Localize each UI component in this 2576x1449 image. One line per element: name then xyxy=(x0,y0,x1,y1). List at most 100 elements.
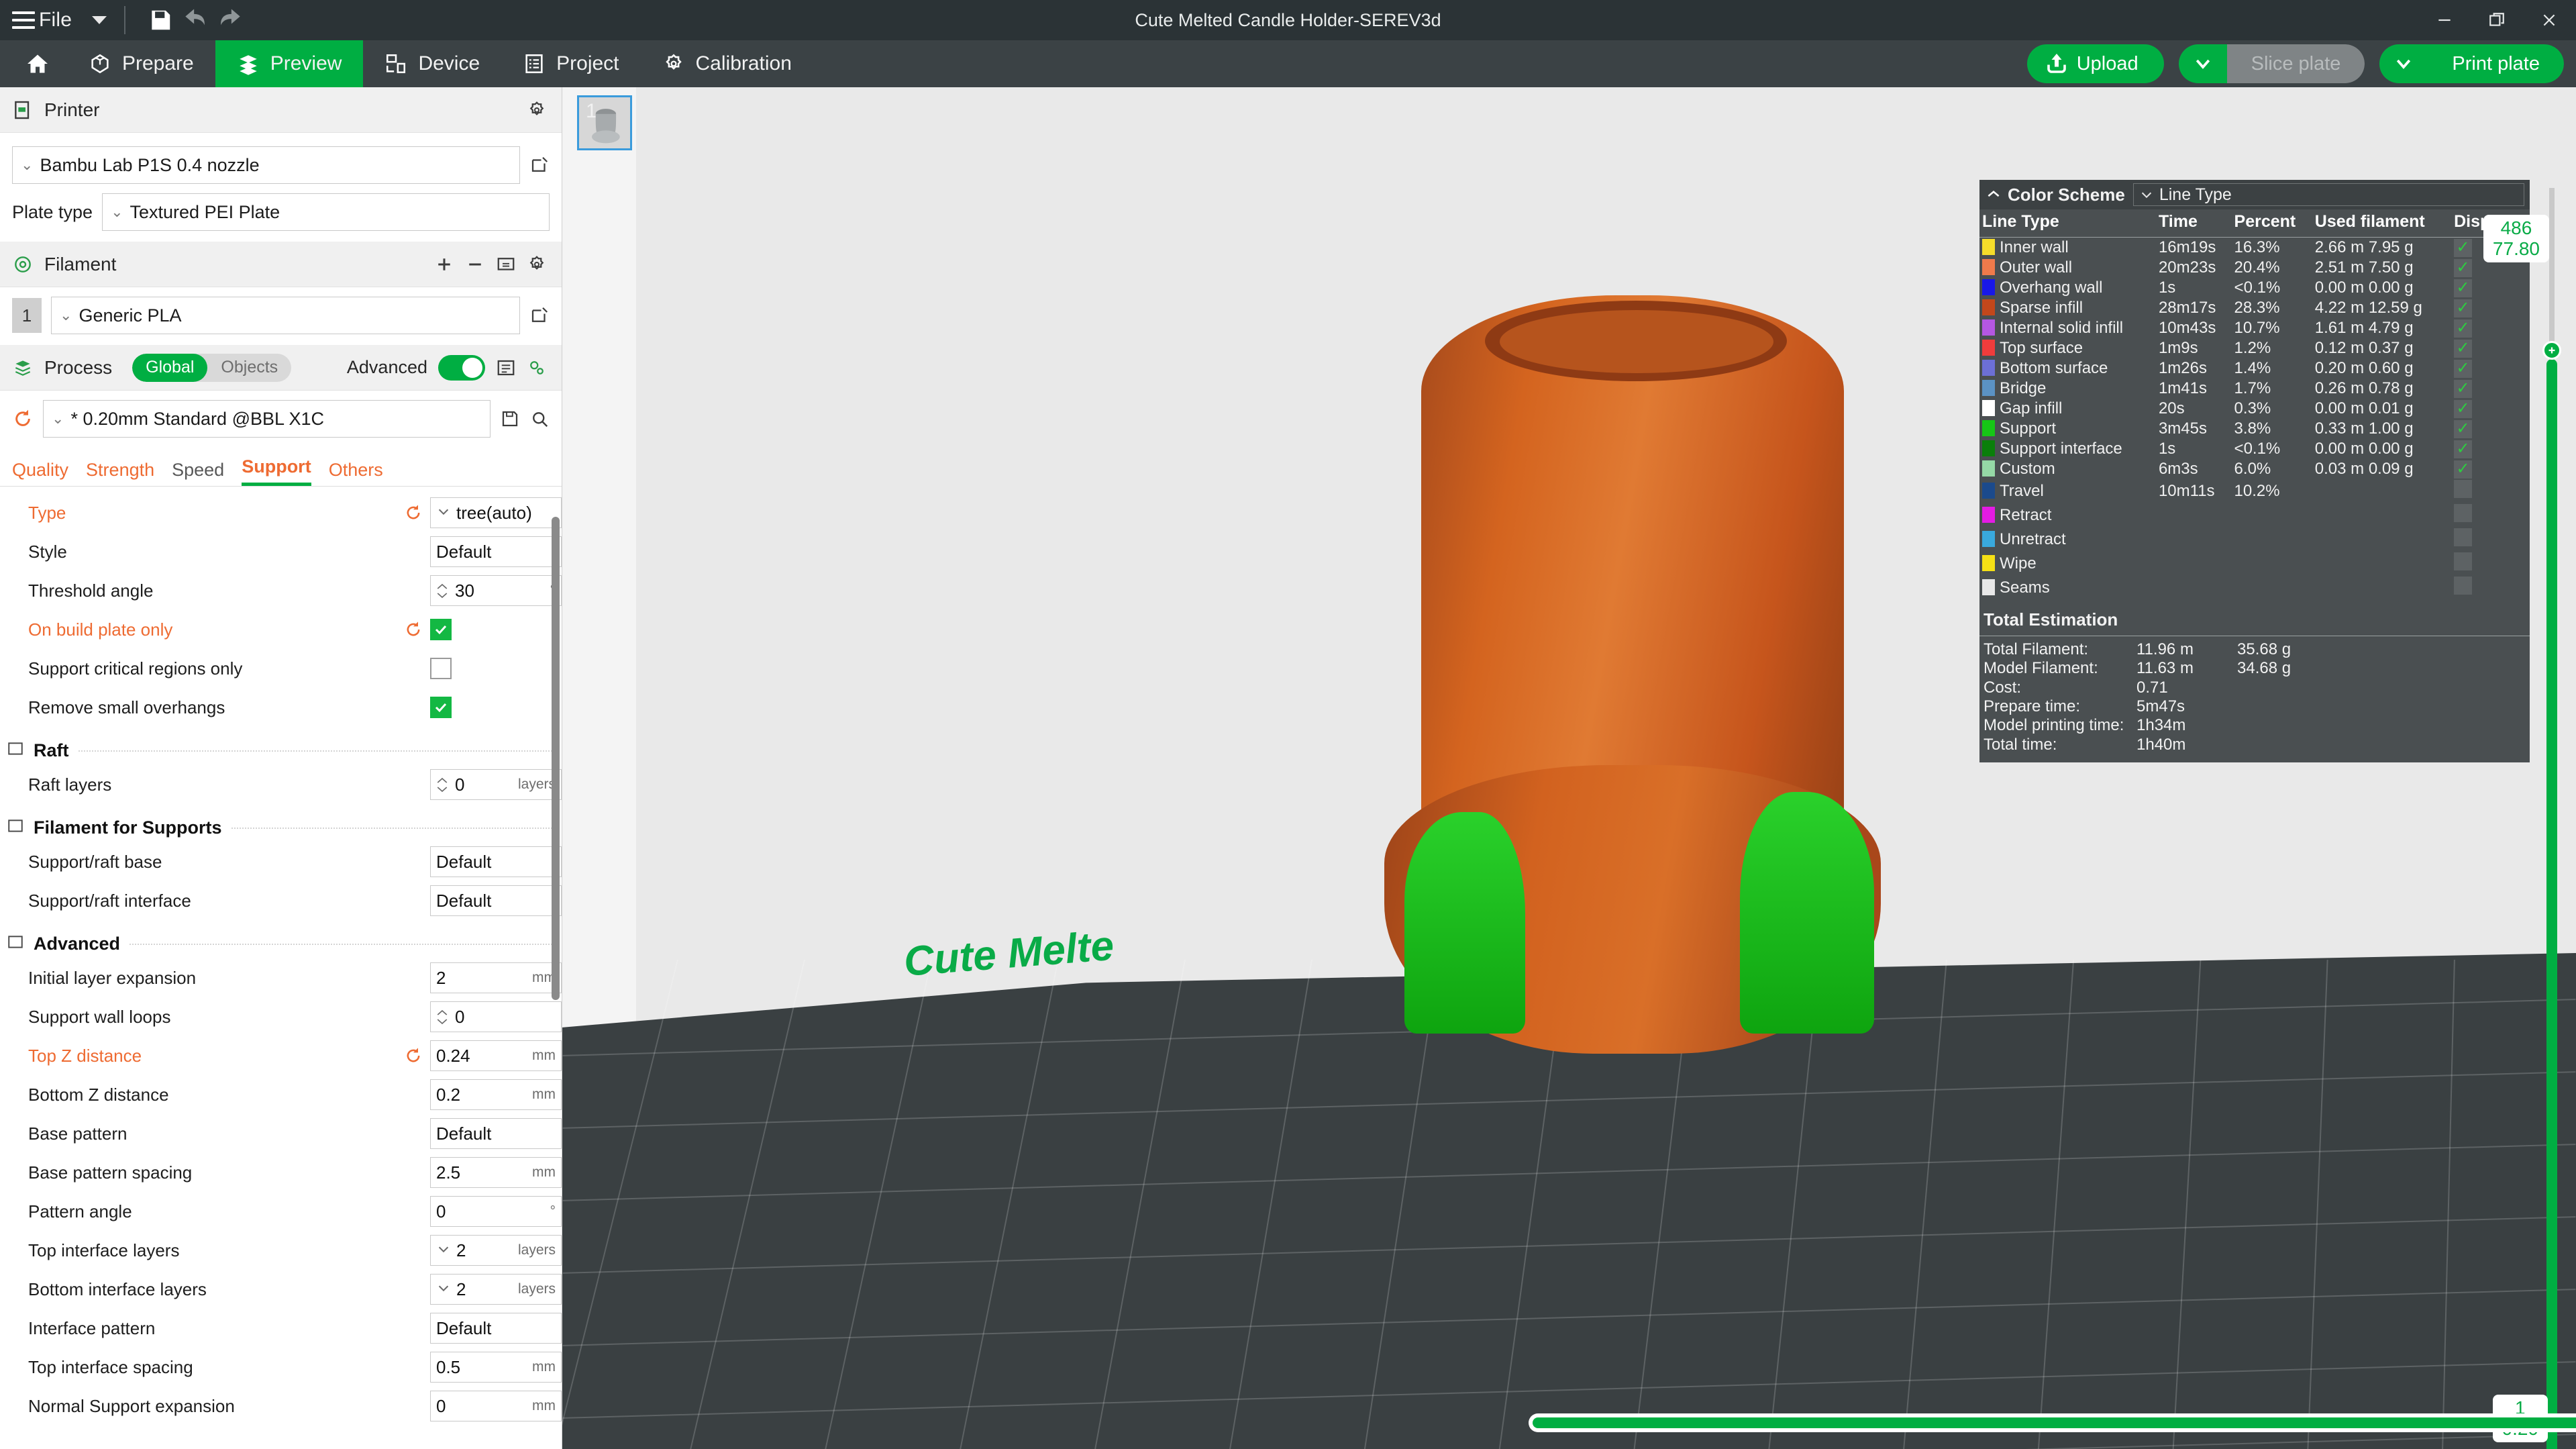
chevron-down-icon[interactable] xyxy=(436,1242,451,1260)
plate-thumbnail-1[interactable]: 1 xyxy=(577,95,632,150)
search-preset-icon[interactable] xyxy=(529,409,550,429)
param-field[interactable]: 30° xyxy=(430,575,562,606)
redo-icon[interactable] xyxy=(213,3,248,38)
layer-slider-top-handle[interactable] xyxy=(2542,341,2561,360)
display-toggle-checkbox[interactable] xyxy=(2454,480,2473,498)
settings-tab-quality[interactable]: Quality xyxy=(12,460,68,486)
remove-filament-icon[interactable] xyxy=(465,254,485,274)
process-preset-combo[interactable]: ⌄ * 0.20mm Standard @BBL X1C xyxy=(43,400,491,438)
reset-preset-icon[interactable] xyxy=(12,408,34,430)
param-field[interactable]: 2 layers xyxy=(430,1235,562,1266)
settings-tab-strength[interactable]: Strength xyxy=(86,460,154,486)
layer-slider-vertical[interactable] xyxy=(2540,188,2564,1449)
color-scheme-mode-combo[interactable]: Line Type xyxy=(2132,183,2524,206)
settings-tab-support[interactable]: Support xyxy=(242,456,311,486)
param-field[interactable]: Default xyxy=(430,885,562,916)
print-plate-dropdown-arrow[interactable] xyxy=(2379,44,2428,83)
display-toggle-checkbox[interactable] xyxy=(2454,577,2473,595)
parameter-list-icon[interactable] xyxy=(496,358,516,378)
param-field[interactable]: 2 layers xyxy=(430,1274,562,1305)
slice-plate-dropdown-arrow[interactable] xyxy=(2178,44,2227,83)
param-field[interactable]: 0 layers xyxy=(430,769,562,800)
display-toggle-checkbox[interactable] xyxy=(2454,339,2473,358)
display-toggle-checkbox[interactable] xyxy=(2454,319,2473,338)
display-toggle-checkbox[interactable] xyxy=(2454,379,2473,398)
param-checkbox[interactable] xyxy=(430,697,452,718)
nav-tab-calibration[interactable]: Calibration xyxy=(641,40,813,87)
param-field[interactable]: 2 mm xyxy=(430,962,562,993)
display-toggle-checkbox[interactable] xyxy=(2454,258,2473,277)
nav-tab-preview[interactable]: Preview xyxy=(215,40,364,87)
spinner-arrows-icon[interactable] xyxy=(436,583,448,599)
home-button[interactable] xyxy=(0,40,67,87)
maximize-button[interactable] xyxy=(2483,7,2510,34)
print-plate-split-button[interactable]: Print plate xyxy=(2379,44,2564,83)
reset-param-icon[interactable] xyxy=(402,620,425,639)
reset-param-icon[interactable] xyxy=(402,503,425,522)
filament-slot-index[interactable]: 1 xyxy=(12,298,42,333)
param-field[interactable]: 0 xyxy=(430,1001,562,1032)
nav-tab-project[interactable]: Project xyxy=(501,40,640,87)
display-toggle-checkbox[interactable] xyxy=(2454,238,2473,257)
param-field[interactable]: Default xyxy=(430,1313,562,1344)
spinner-arrows-icon[interactable] xyxy=(436,777,448,793)
spinner-arrows-icon[interactable] xyxy=(436,1009,448,1026)
add-filament-icon[interactable] xyxy=(434,254,454,274)
process-scope-toggle[interactable]: Global Objects xyxy=(132,353,292,382)
param-field[interactable]: 0.24 mm xyxy=(430,1040,562,1071)
save-preset-icon[interactable] xyxy=(500,409,520,429)
reset-param-icon[interactable] xyxy=(402,1046,425,1065)
edit-filament-icon[interactable] xyxy=(529,305,550,326)
param-field[interactable]: 0.2 mm xyxy=(430,1079,562,1110)
display-toggle-checkbox[interactable] xyxy=(2454,460,2473,479)
nav-tab-device[interactable]: Device xyxy=(363,40,501,87)
display-toggle-checkbox[interactable] xyxy=(2454,528,2473,546)
nav-tab-prepare[interactable]: Prepare xyxy=(67,40,215,87)
printer-model-combo[interactable]: ⌄ Bambu Lab P1S 0.4 nozzle xyxy=(12,146,520,184)
minimize-button[interactable] xyxy=(2431,7,2458,34)
settings-tab-others[interactable]: Others xyxy=(329,460,383,486)
param-field[interactable]: 2.5 mm xyxy=(430,1157,562,1188)
ams-sync-icon[interactable] xyxy=(496,254,516,274)
save-icon[interactable] xyxy=(143,3,178,38)
sliced-model-preview[interactable] xyxy=(1378,295,1888,1054)
param-checkbox[interactable] xyxy=(430,619,452,640)
param-field[interactable]: Default xyxy=(430,846,562,877)
filament-settings-gear-icon[interactable] xyxy=(527,254,547,274)
slice-plate-split-button[interactable]: Slice plate xyxy=(2178,44,2365,83)
display-toggle-checkbox[interactable] xyxy=(2454,299,2473,317)
chevron-down-icon[interactable] xyxy=(436,1281,451,1299)
filament-preset-combo[interactable]: ⌄ Generic PLA xyxy=(51,297,520,334)
display-toggle-checkbox[interactable] xyxy=(2454,440,2473,458)
moves-slider-horizontal[interactable]: 9 xyxy=(1529,1411,2576,1434)
param-field[interactable]: tree(auto) xyxy=(430,497,562,528)
file-menu-label[interactable]: File xyxy=(39,9,72,32)
slice-plate-button[interactable]: Slice plate xyxy=(2226,44,2365,83)
undo-icon[interactable] xyxy=(178,3,213,38)
param-checkbox[interactable] xyxy=(430,658,452,679)
advanced-toggle[interactable] xyxy=(438,354,485,381)
menu-hamburger-icon[interactable] xyxy=(12,11,35,29)
display-toggle-checkbox[interactable] xyxy=(2454,552,2473,570)
chevron-down-icon[interactable] xyxy=(436,504,451,522)
param-field[interactable]: 0 ° xyxy=(430,1196,562,1227)
param-field[interactable]: Default xyxy=(430,1118,562,1149)
upload-button[interactable]: Upload xyxy=(2026,44,2164,83)
printer-settings-gear-icon[interactable] xyxy=(527,100,547,120)
display-toggle-checkbox[interactable] xyxy=(2454,504,2473,522)
compare-presets-icon[interactable] xyxy=(527,358,547,378)
print-plate-button[interactable]: Print plate xyxy=(2428,44,2564,83)
param-field[interactable]: Default xyxy=(430,536,562,567)
display-toggle-checkbox[interactable] xyxy=(2454,359,2473,378)
param-field[interactable]: 0 mm xyxy=(430,1391,562,1421)
close-button[interactable] xyxy=(2536,7,2563,34)
display-toggle-checkbox[interactable] xyxy=(2454,399,2473,418)
settings-tab-speed[interactable]: Speed xyxy=(172,460,224,486)
collapse-chevron-up-icon[interactable] xyxy=(1985,186,2002,203)
scope-objects-pill[interactable]: Objects xyxy=(207,354,291,382)
scope-global-pill[interactable]: Global xyxy=(132,353,208,382)
display-toggle-checkbox[interactable] xyxy=(2454,279,2473,297)
param-field[interactable]: 0.5 mm xyxy=(430,1352,562,1383)
display-toggle-checkbox[interactable] xyxy=(2454,419,2473,438)
chevron-down-icon[interactable] xyxy=(92,16,107,24)
